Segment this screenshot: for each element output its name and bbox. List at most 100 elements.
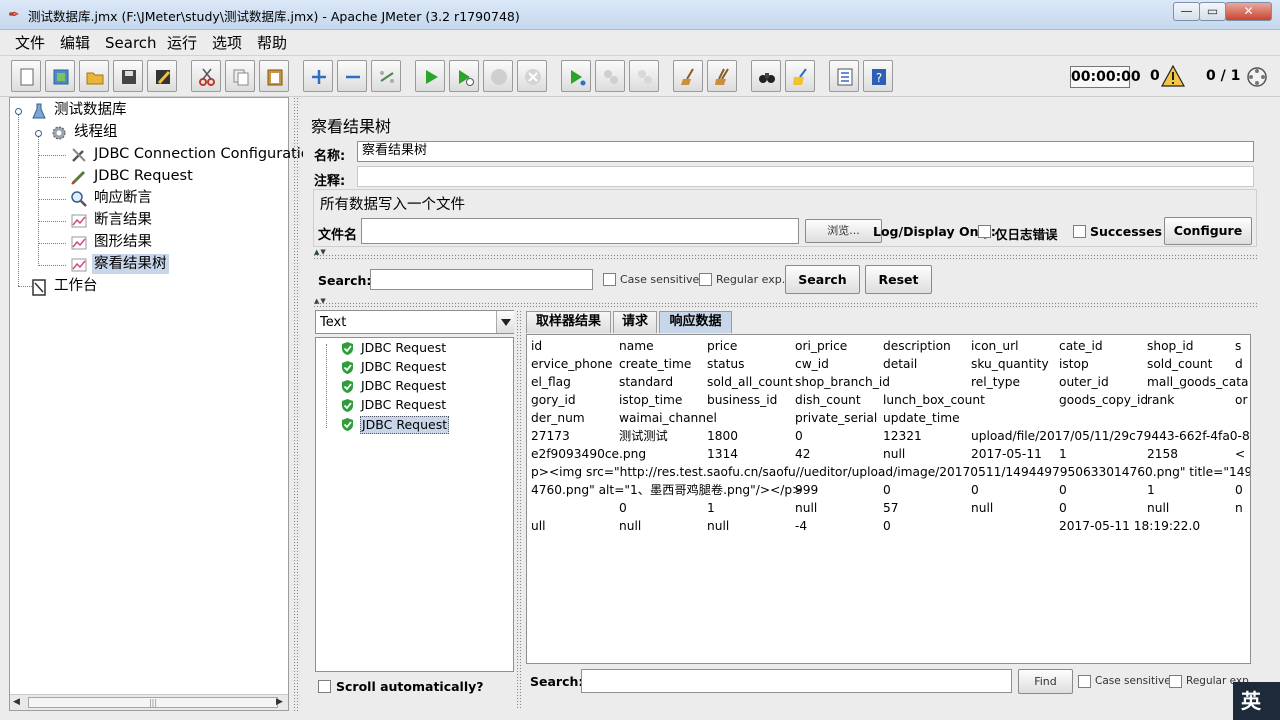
scroll-left-icon[interactable]: ◀: [13, 697, 24, 708]
copy-button[interactable]: [225, 60, 255, 92]
filename-input[interactable]: [361, 218, 799, 244]
find-regular-exp-checkbox[interactable]: [1169, 675, 1182, 688]
search-button[interactable]: [751, 60, 781, 92]
shutdown-button[interactable]: [517, 60, 547, 92]
response-cell: 测试测试: [619, 429, 668, 443]
tab-request[interactable]: 请求: [613, 311, 657, 333]
reset-search-button[interactable]: [785, 60, 815, 92]
find-input[interactable]: [581, 669, 1012, 693]
remote-stop-button[interactable]: [595, 60, 625, 92]
response-cell: 1314: [707, 447, 739, 461]
find-label: Search:: [530, 674, 584, 689]
response-cell: name: [619, 339, 654, 353]
section-split-divider[interactable]: [313, 302, 1257, 308]
comment-field[interactable]: [357, 166, 1254, 187]
browse-button[interactable]: 浏览...: [805, 219, 882, 243]
auto-scroll-checkbox[interactable]: [318, 680, 331, 693]
remote-start-button[interactable]: [561, 60, 591, 92]
save-button[interactable]: [113, 60, 143, 92]
tab-response-data[interactable]: 响应数据: [659, 311, 732, 333]
response-cell: el_flag: [531, 375, 571, 389]
find-case-sensitive-checkbox[interactable]: [1078, 675, 1091, 688]
chart-icon: [71, 236, 87, 250]
response-cell: 2017-05-11 18:19:22.0: [1059, 519, 1201, 533]
search-input[interactable]: [370, 269, 593, 290]
open-button[interactable]: [79, 60, 109, 92]
search-button[interactable]: Search: [785, 265, 860, 294]
menu-run[interactable]: 运行: [167, 33, 197, 53]
svg-text:?: ?: [876, 71, 882, 85]
paste-button[interactable]: [259, 60, 289, 92]
menu-edit[interactable]: 编辑: [60, 33, 90, 53]
renderer-select[interactable]: Text: [315, 310, 514, 334]
response-cell: 999: [795, 483, 819, 497]
minimize-button[interactable]: —: [1173, 2, 1200, 21]
response-cell: 4760.png" alt="1、墨西哥鸡腿卷.png"/></p>: [531, 483, 803, 497]
regular-exp-label: Regular exp.: [716, 273, 786, 286]
save-as-button[interactable]: [147, 60, 177, 92]
remote-globe-icon[interactable]: [1246, 66, 1268, 88]
start-no-pause-button[interactable]: [449, 60, 479, 92]
successes-checkbox[interactable]: [1073, 225, 1086, 238]
help-button[interactable]: ?: [863, 60, 893, 92]
response-cell: p><img src="http://res.test.saofu.cn/sao…: [531, 465, 1250, 479]
errors-only-checkbox[interactable]: [978, 225, 991, 238]
response-cell: business_id: [707, 393, 778, 407]
ime-indicator[interactable]: 英: [1233, 682, 1280, 720]
renderer-dropdown-button[interactable]: [496, 311, 514, 333]
warning-icon[interactable]: [1161, 65, 1185, 87]
collapse-button[interactable]: [337, 60, 367, 92]
response-cell: 2017-05-11: [971, 447, 1042, 461]
find-button[interactable]: Find: [1018, 669, 1073, 694]
menu-help[interactable]: 帮助: [257, 33, 287, 53]
response-cell: 12321: [883, 429, 922, 443]
section-split-divider[interactable]: [313, 254, 1257, 260]
clear-button[interactable]: [673, 60, 703, 92]
save-disk-icon: [122, 70, 136, 84]
response-cell: istop: [1059, 357, 1089, 371]
sample-results-tree[interactable]: JDBC Request JDBC Request JDBC Request J…: [315, 337, 514, 672]
main-split-divider[interactable]: [293, 97, 300, 711]
start-button[interactable]: [415, 60, 445, 92]
menu-search[interactable]: Search: [105, 33, 157, 53]
templates-button[interactable]: [45, 60, 75, 92]
new-button[interactable]: [11, 60, 41, 92]
scroll-thumb[interactable]: |||: [28, 697, 278, 708]
response-cell: 0: [883, 519, 891, 533]
configure-button[interactable]: Configure: [1164, 217, 1252, 245]
response-cell: der_num: [531, 411, 585, 425]
close-button[interactable]: ✕: [1225, 2, 1272, 21]
regular-exp-checkbox[interactable]: [699, 273, 712, 286]
function-helper-button[interactable]: [829, 60, 859, 92]
menu-options[interactable]: 选项: [212, 33, 242, 53]
case-sensitive-checkbox[interactable]: [603, 273, 616, 286]
stop-button[interactable]: [483, 60, 513, 92]
test-plan-tree[interactable]: 测试数据库 线程组 JDBC Connection Configuratio J…: [9, 97, 310, 711]
response-data-text[interactable]: id name price ori_price description icon_url c…: [526, 334, 1251, 664]
reset-button[interactable]: Reset: [865, 265, 932, 294]
response-cell: icon_url: [971, 339, 1019, 353]
errors-only-label: 仅日志错误: [995, 227, 1058, 242]
tab-sampler-result[interactable]: 取样器结果: [526, 311, 611, 333]
name-field[interactable]: 察看结果树: [357, 141, 1254, 162]
tree-horizontal-scrollbar[interactable]: ◀ ||| ▶: [10, 694, 288, 710]
response-cell: 1: [1147, 483, 1155, 497]
scroll-right-icon[interactable]: ▶: [276, 697, 287, 708]
results-split-divider[interactable]: [516, 310, 522, 710]
response-cell: 2158: [1147, 447, 1179, 461]
toggle-button[interactable]: [371, 60, 401, 92]
success-shield-icon: [342, 361, 353, 374]
cut-button[interactable]: [191, 60, 221, 92]
clear-all-button[interactable]: [707, 60, 737, 92]
play-no-timer-icon: [459, 70, 474, 86]
expand-button[interactable]: [303, 60, 333, 92]
remote-shutdown-button[interactable]: [629, 60, 659, 92]
maximize-button[interactable]: ▭: [1199, 2, 1226, 21]
success-shield-icon: [342, 380, 353, 393]
page-title: 察看结果树: [311, 117, 392, 136]
tree-expanded-handle-icon[interactable]: [14, 107, 23, 116]
response-cell: lunch_box_count: [883, 393, 985, 407]
tree-expanded-handle-icon[interactable]: [34, 129, 43, 138]
response-cell: sku_quantity: [971, 357, 1049, 371]
menu-file[interactable]: 文件: [15, 33, 45, 53]
